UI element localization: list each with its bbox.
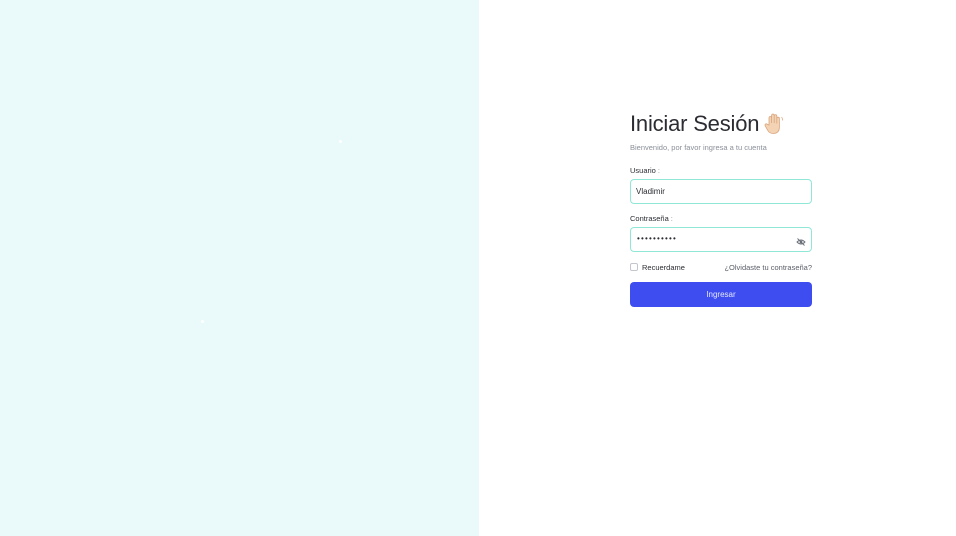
eye-off-icon[interactable] [796,234,806,246]
password-field-wrapper[interactable]: •••••••••• [630,227,812,252]
username-input[interactable] [636,180,786,202]
title-row: Iniciar Sesión [630,108,812,140]
username-label-suffix: : [657,166,660,175]
submit-button[interactable]: Ingresar [630,282,812,307]
page-title: Iniciar Sesión [630,111,760,136]
login-form: Iniciar Sesión Bienvenido, por favor ing… [630,108,812,307]
waving-hand-icon [763,112,785,136]
username-label: Usuario: [630,166,812,175]
username-field-wrapper [630,179,812,204]
sparkle-dot [201,320,204,323]
password-input[interactable]: •••••••••• [637,234,677,243]
username-label-text: Usuario [630,166,656,175]
sparkle-dot [339,140,342,143]
remember-checkbox[interactable] [630,263,638,271]
forgot-password-link[interactable]: ¿Olvidaste tu contraseña? [724,263,812,272]
remember-label: Recuerdame [642,262,685,272]
remember-me[interactable]: Recuerdame [630,263,685,272]
password-label-text: Contraseña [630,214,669,223]
page-subtitle: Bienvenido, por favor ingresa a tu cuent… [630,143,767,152]
password-label-suffix: : [670,214,673,223]
options-row: Recuerdame ¿Olvidaste tu contraseña? [630,261,812,273]
password-label: Contraseña: [630,214,812,223]
decorative-panel [0,0,479,536]
